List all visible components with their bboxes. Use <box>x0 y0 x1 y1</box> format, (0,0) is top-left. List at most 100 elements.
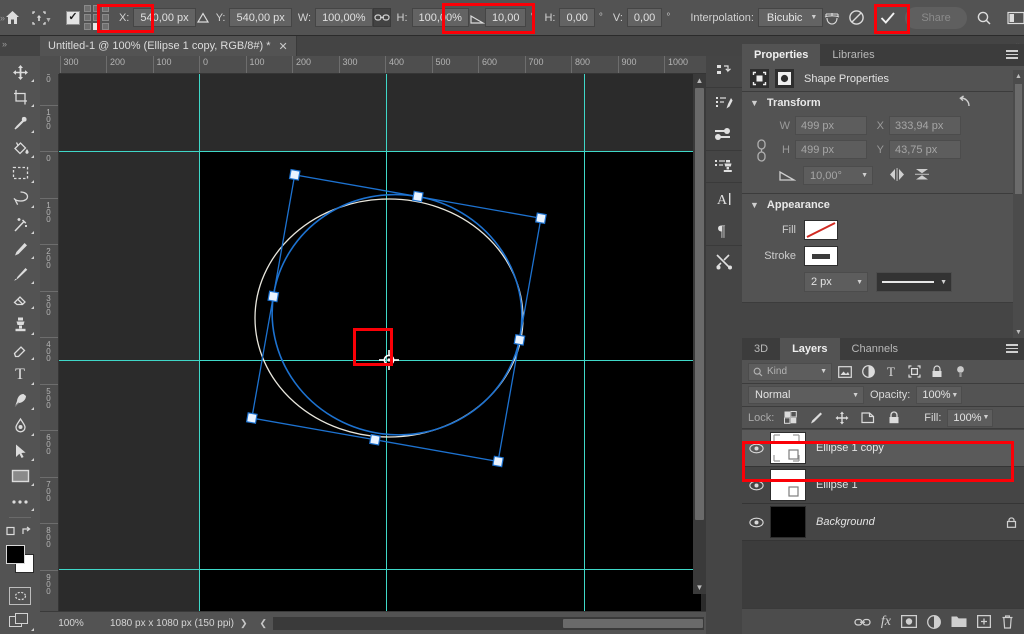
reference-point-grid[interactable] <box>83 5 109 30</box>
chevron-down-icon[interactable]: ▼ <box>951 392 958 399</box>
filter-type-icon[interactable]: T <box>881 363 901 381</box>
tab-channels[interactable]: Channels <box>839 338 911 360</box>
appearance-section-header[interactable]: ▼ Appearance <box>742 194 1024 216</box>
history-panel-icon[interactable] <box>706 56 742 87</box>
new-layer-icon[interactable] <box>977 615 991 628</box>
clone-stamp-tool[interactable] <box>3 312 37 337</box>
foreground-color-swatch[interactable] <box>6 544 25 564</box>
document-tab[interactable]: Untitled-1 @ 100% (Ellipse 1 copy, RGB/8… <box>40 36 297 56</box>
refpoint-top-center[interactable] <box>92 5 100 12</box>
path-selection-tool[interactable] <box>3 439 37 464</box>
transform-angle-input[interactable]: 10,00° ▼ <box>803 166 873 185</box>
collapse-arrow-icon[interactable]: ❮ <box>254 618 274 629</box>
delete-layer-icon[interactable] <box>1001 614 1014 629</box>
layer-visibility-icon[interactable] <box>742 480 770 491</box>
blend-mode-select[interactable]: Normal ▼ <box>748 386 864 404</box>
refpoint-middle-center[interactable] <box>92 14 100 21</box>
fill-swatch[interactable] <box>804 220 838 240</box>
y-input[interactable]: 540,00 px <box>229 8 292 27</box>
add-layer-mask-icon[interactable] <box>901 615 917 628</box>
paint-bucket-tool[interactable] <box>3 136 37 161</box>
gradient-tool[interactable] <box>3 338 37 363</box>
filter-toggle-icon[interactable] <box>950 363 970 381</box>
chevron-down-icon[interactable]: ▼ <box>940 279 947 286</box>
lock-position-icon[interactable] <box>832 409 852 427</box>
new-adjustment-layer-icon[interactable] <box>927 614 941 629</box>
transform-section-header[interactable]: ▼ Transform <box>742 92 1024 114</box>
reset-transform-icon[interactable] <box>957 94 972 112</box>
filter-shape-icon[interactable] <box>904 363 924 381</box>
chevron-down-icon[interactable]: ▼ <box>856 279 863 286</box>
blur-tool[interactable] <box>3 413 37 438</box>
relative-position-icon[interactable] <box>196 1 210 35</box>
panel-menu-icon[interactable] <box>1006 50 1018 59</box>
angle-input[interactable]: 10,00 <box>484 8 527 27</box>
tab-properties[interactable]: Properties <box>742 44 821 66</box>
refpoint-bottom-right[interactable] <box>101 23 109 30</box>
canvas-horizontal-scrollbar[interactable] <box>273 616 704 630</box>
layer-visibility-icon[interactable] <box>742 443 770 454</box>
table-row[interactable]: Ellipse 1 <box>742 467 1024 504</box>
tab-3d[interactable]: 3D <box>742 338 781 360</box>
tab-libraries[interactable]: Libraries <box>820 44 887 66</box>
link-wh-icon[interactable] <box>372 8 391 27</box>
canvas-hscroll-thumb[interactable] <box>563 618 704 628</box>
character-panel-icon[interactable]: A <box>706 183 742 214</box>
stroke-style-select[interactable]: ▼ <box>876 272 952 292</box>
filter-adjustment-icon[interactable] <box>858 363 878 381</box>
layer-visibility-icon[interactable] <box>742 517 770 528</box>
layer-name[interactable]: Ellipse 1 <box>806 479 1024 491</box>
horizontal-ruler[interactable]: 300 200 100 0 100 200 300 400 500 600 700 800 900 100… <box>40 56 706 74</box>
lock-transparent-pixels-icon[interactable] <box>780 409 800 427</box>
scroll-up-arrow-icon[interactable]: ▲ <box>1013 70 1024 82</box>
link-layers-icon[interactable] <box>854 617 871 627</box>
properties-scroll-thumb[interactable] <box>1015 84 1022 194</box>
quick-mask-icon[interactable] <box>3 584 37 609</box>
layer-name[interactable]: Background <box>806 516 998 528</box>
filter-smartobject-icon[interactable] <box>927 363 947 381</box>
chevron-down-icon[interactable]: ▼ <box>45 17 52 24</box>
mask-properties-icon[interactable] <box>775 69 794 88</box>
chevron-down-icon[interactable]: ▼ <box>750 98 759 108</box>
edit-toolbar-icon[interactable] <box>3 521 37 540</box>
zoom-level[interactable]: 100% <box>40 618 102 629</box>
layer-list[interactable]: Ellipse 1 copy Ellipse 1 Background <box>742 430 1024 608</box>
transform-w-input[interactable]: 499 px <box>795 116 867 135</box>
transform-h-input[interactable]: 499 px <box>795 140 867 159</box>
commit-transform-icon[interactable] <box>873 1 903 35</box>
x-input[interactable]: 540,00 px <box>133 8 196 27</box>
color-swatches[interactable] <box>3 543 37 574</box>
properties-scrollbar[interactable]: ▲ ▼ <box>1013 70 1024 338</box>
table-row[interactable]: Background <box>742 504 1024 541</box>
eraser-tool[interactable] <box>3 287 37 312</box>
panel-menu-icon[interactable] <box>1006 344 1018 353</box>
properties-sliders-icon[interactable] <box>706 119 742 150</box>
chevron-down-icon[interactable]: ▼ <box>861 172 868 179</box>
rectangular-marquee-tool[interactable] <box>3 161 37 186</box>
refpoint-middle-left[interactable] <box>83 14 91 21</box>
adjustments-panel-icon[interactable] <box>706 88 742 119</box>
scroll-down-arrow-icon[interactable]: ▼ <box>1013 326 1024 338</box>
chevron-down-icon[interactable]: ▼ <box>982 414 989 421</box>
constrain-proportions-icon[interactable] <box>750 116 772 185</box>
workspace-switcher-icon[interactable] <box>1001 1 1024 35</box>
shape-properties-icon[interactable] <box>750 69 769 88</box>
chevron-down-icon[interactable]: ▼ <box>820 368 827 375</box>
interpolation-select[interactable]: Bicubic ▼ <box>757 8 824 27</box>
skew-h-input[interactable]: 0,00 <box>559 8 595 27</box>
filter-pixel-icon[interactable] <box>835 363 855 381</box>
layer-thumbnail[interactable] <box>770 469 806 501</box>
refpoint-top-right[interactable] <box>101 5 109 12</box>
more-tools[interactable] <box>3 489 37 514</box>
refpoint-bottom-center[interactable] <box>92 23 100 30</box>
canvas-viewport[interactable] <box>59 74 706 611</box>
refpoint-top-left[interactable] <box>83 5 91 12</box>
flip-vertical-icon[interactable] <box>913 166 931 185</box>
lock-artboard-nesting-icon[interactable] <box>858 409 878 427</box>
share-button[interactable]: Share <box>905 6 967 29</box>
use-reference-point-checkbox[interactable]: ✓ <box>65 10 80 25</box>
home-icon[interactable] <box>4 1 21 35</box>
stroke-swatch[interactable] <box>804 246 838 266</box>
shape-transform-overlay[interactable] <box>59 74 706 611</box>
type-tool[interactable]: T <box>3 363 37 388</box>
